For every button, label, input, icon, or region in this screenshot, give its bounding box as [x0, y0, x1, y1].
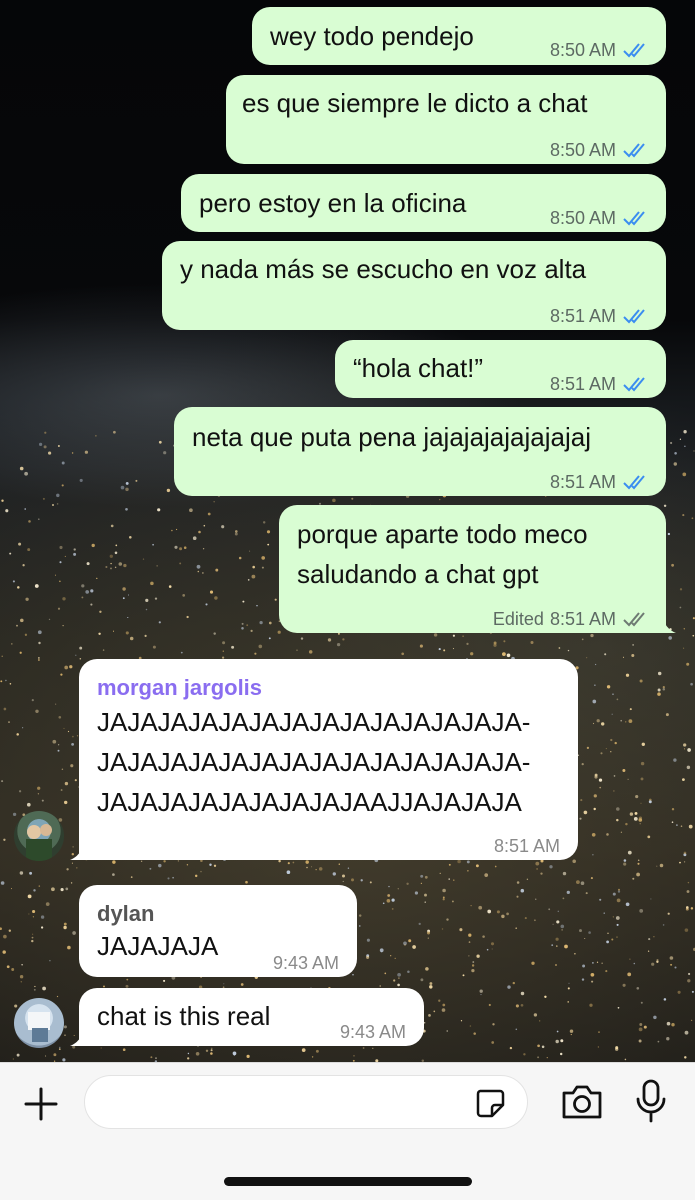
message-meta: 8:51 AM [494, 829, 560, 863]
read-ticks-icon [623, 475, 645, 490]
message-meta: 8:51 AM [550, 299, 650, 333]
message-bubble-incoming[interactable]: chat is this real 9:43 AM [79, 988, 424, 1046]
message-text: y nada más se escucho en voz alta [180, 254, 587, 284]
message-bubble-outgoing[interactable]: pero estoy en la oficina 8:50 AM [181, 174, 666, 232]
plus-icon[interactable] [22, 1085, 60, 1123]
message-text: pero estoy en la oficina [199, 188, 467, 218]
avatar-morgan[interactable] [14, 811, 64, 861]
home-indicator [224, 1177, 472, 1186]
message-text-line: JAJAJAJAJAJAJAJAJAJAJAJAJAJA- [97, 747, 531, 777]
message-time: 8:50 AM [549, 140, 616, 160]
message-text: wey todo pendejo [270, 21, 474, 51]
message-bubble-outgoing[interactable]: wey todo pendejo 8:50 AM [252, 7, 666, 65]
message-meta: 8:50 AM [550, 201, 650, 235]
read-ticks-icon [623, 43, 645, 58]
message-text-line: JAJAJAJAJAJAJAJAJAJAJAJAJAJA- [97, 707, 531, 737]
message-bubble-outgoing[interactable]: y nada más se escucho en voz alta 8:51 A… [162, 241, 666, 330]
bubble-tail [656, 612, 676, 633]
message-time: 8:50 AM [549, 40, 616, 60]
message-time: 8:51 AM [549, 306, 616, 326]
message-time: 8:51 AM [549, 472, 616, 492]
message-meta: 8:50 AM [550, 33, 650, 67]
message-bubble-outgoing[interactable]: neta que puta pena jajajajajajajajaj 8:5… [174, 407, 666, 496]
sticker-icon[interactable] [473, 1086, 507, 1120]
message-text: chat is this real [97, 1001, 271, 1031]
message-text-line: saludando a chat gpt [297, 559, 539, 589]
sender-name[interactable]: dylan [97, 897, 154, 931]
message-meta: 8:51 AM [550, 465, 650, 499]
edited-label: Edited [492, 609, 544, 629]
message-time: 8:51 AM [549, 609, 616, 629]
message-time: 8:50 AM [549, 208, 616, 228]
message-text-line: JAJAJAJAJAJAJAJAJAAJJAJAJAJA [97, 787, 522, 817]
message-text: JAJAJAJA [97, 931, 219, 961]
avatar-image [28, 1012, 50, 1042]
message-bubble-outgoing[interactable]: es que siempre le dicto a chat 8:50 AM [226, 75, 666, 164]
delivered-ticks-icon [623, 612, 645, 627]
avatar-image [26, 824, 52, 861]
message-text-line: porque aparte todo meco [297, 519, 588, 549]
message-input[interactable] [103, 1086, 473, 1120]
message-meta: 8:50 AM [550, 133, 650, 167]
message-meta: Edited 8:51 AM [493, 602, 650, 636]
message-bubble-outgoing[interactable]: porque aparte todo meco saludando a chat… [279, 505, 666, 633]
message-bubble-incoming[interactable]: morgan jargolis JAJAJAJAJAJAJAJAJAJAJAJA… [79, 659, 578, 860]
microphone-icon[interactable] [634, 1079, 668, 1123]
message-time: 9:43 AM [339, 1022, 406, 1042]
camera-icon[interactable] [560, 1083, 604, 1121]
read-ticks-icon [623, 143, 645, 158]
message-meta: 9:43 AM [340, 1015, 406, 1049]
message-meta: 9:43 AM [273, 946, 339, 980]
read-ticks-icon [623, 309, 645, 324]
message-time: 8:51 AM [493, 836, 560, 856]
read-ticks-icon [623, 211, 645, 226]
message-bubble-incoming[interactable]: dylan JAJAJAJA 9:43 AM [79, 885, 357, 977]
message-input-field[interactable] [84, 1075, 528, 1129]
avatar-dylan[interactable] [14, 998, 64, 1048]
message-time: 8:51 AM [549, 374, 616, 394]
read-ticks-icon [623, 377, 645, 392]
message-time: 9:43 AM [272, 953, 339, 973]
message-meta: 8:51 AM [550, 367, 650, 401]
sender-name[interactable]: morgan jargolis [97, 671, 262, 705]
message-text: neta que puta pena jajajajajajajajaj [192, 422, 591, 452]
message-text: “hola chat!” [353, 353, 484, 383]
message-text: es que siempre le dicto a chat [242, 88, 588, 118]
message-bubble-outgoing[interactable]: “hola chat!” 8:51 AM [335, 340, 666, 398]
